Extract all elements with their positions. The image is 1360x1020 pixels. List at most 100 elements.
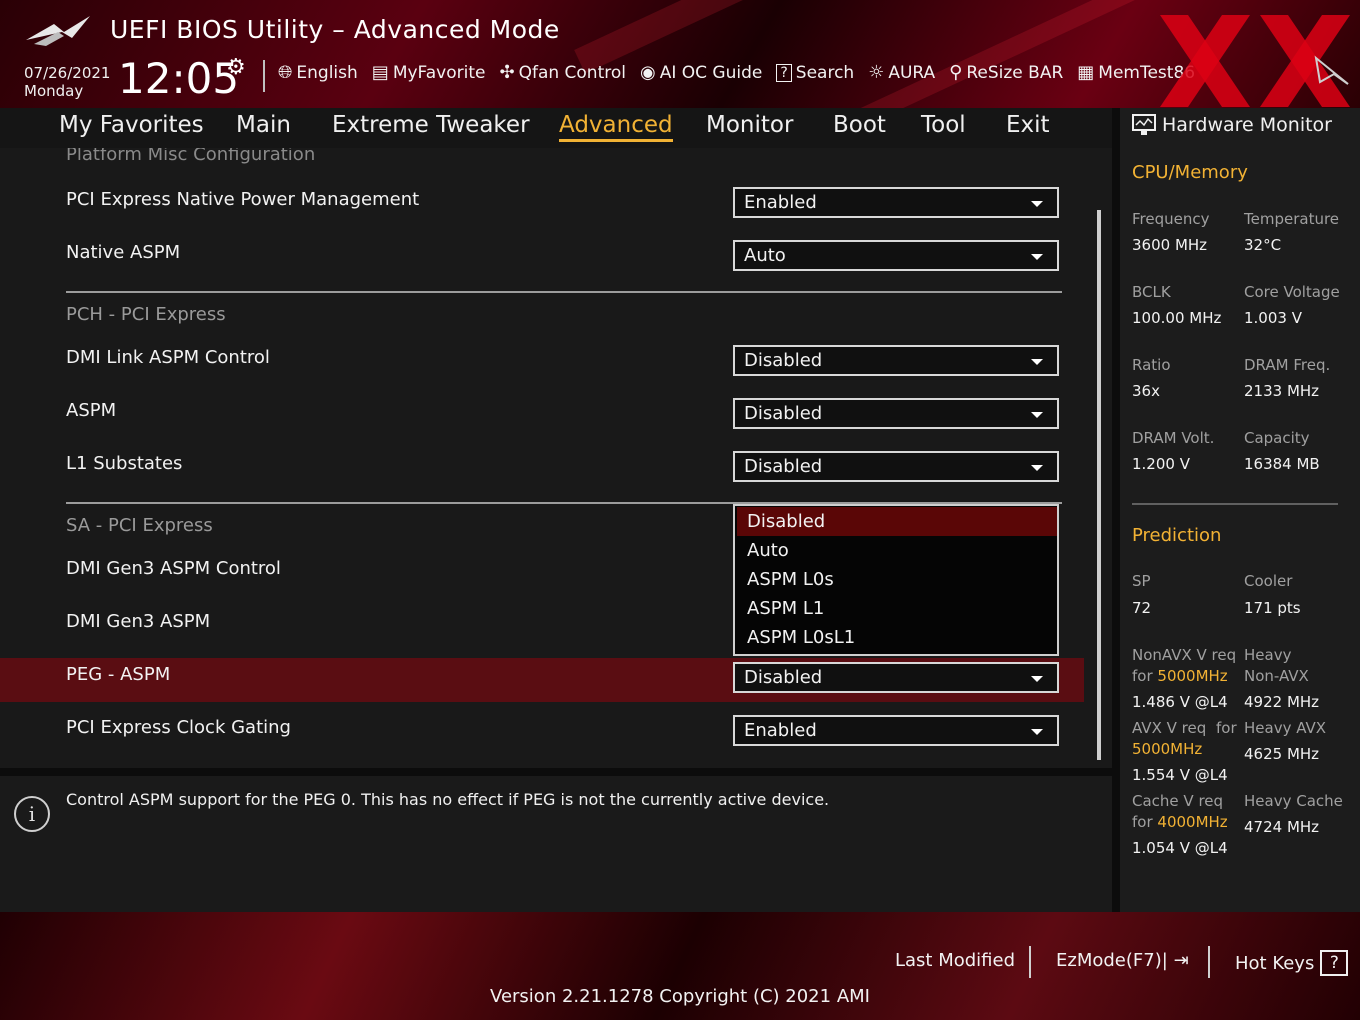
info-text: Control ASPM support for the PEG 0. This… bbox=[66, 790, 830, 809]
setting-dropdown[interactable]: Enabled bbox=[733, 715, 1059, 746]
section-divider bbox=[66, 291, 1062, 293]
dropdown-value: Disabled bbox=[744, 403, 823, 424]
toolbar-label: AURA bbox=[888, 62, 936, 83]
resize-bar-icon: ⚲ bbox=[949, 62, 963, 83]
setting-label-selected[interactable]: PEG - ASPM bbox=[66, 664, 170, 685]
dropdown-option-disabled[interactable]: Disabled bbox=[737, 507, 1057, 536]
footer-divider bbox=[1208, 946, 1210, 978]
dropdown-option-auto[interactable]: Auto bbox=[737, 536, 1057, 565]
hw-key: Capacity bbox=[1244, 429, 1310, 447]
hw-value: 16384 MB bbox=[1244, 455, 1320, 473]
hw-key: Non-AVX bbox=[1244, 667, 1309, 685]
setting-label[interactable]: DMI Gen3 ASPM bbox=[66, 611, 210, 632]
toolbar-label: AI OC Guide bbox=[659, 62, 763, 83]
tab-main[interactable]: Main bbox=[236, 112, 291, 138]
setting-dropdown[interactable]: Disabled bbox=[733, 398, 1059, 429]
toolbar-myfavorite[interactable]: ▤ MyFavorite bbox=[372, 62, 486, 83]
hw-value: 36x bbox=[1132, 382, 1160, 400]
aura-icon: ☼ bbox=[868, 62, 885, 83]
dropdown-option-aspm-l1[interactable]: ASPM L1 bbox=[737, 594, 1057, 623]
main-tabs: My Favorites Main Extreme Tweaker Advanc… bbox=[0, 108, 1112, 148]
dropdown-option-aspm-l0sl1[interactable]: ASPM L0sL1 bbox=[737, 623, 1057, 652]
fan-icon: ✣ bbox=[499, 62, 515, 83]
toolbar-resize-bar[interactable]: ⚲ ReSize BAR bbox=[949, 62, 1063, 83]
setting-label[interactable]: DMI Gen3 ASPM Control bbox=[66, 558, 281, 579]
dropdown-value: Disabled bbox=[744, 456, 823, 477]
tab-boot[interactable]: Boot bbox=[833, 112, 886, 138]
search-icon: ? bbox=[776, 63, 792, 82]
setting-label[interactable]: ASPM bbox=[66, 400, 116, 421]
hw-value: 4625 MHz bbox=[1244, 745, 1320, 763]
setting-label[interactable]: DMI Link ASPM Control bbox=[66, 347, 270, 368]
hw-key-freq: 5000MHz bbox=[1157, 667, 1228, 685]
tab-tool[interactable]: Tool bbox=[921, 112, 966, 138]
tab-monitor[interactable]: Monitor bbox=[706, 112, 793, 138]
footer-label: EzMode(F7)| bbox=[1056, 950, 1168, 971]
info-icon: i bbox=[14, 796, 50, 832]
hw-value: 72 bbox=[1132, 599, 1152, 617]
toolbar-memtest[interactable]: ▦ MemTest86 bbox=[1077, 62, 1195, 83]
gear-icon[interactable]: ⚙ bbox=[226, 55, 246, 80]
setting-dropdown[interactable]: Disabled bbox=[733, 451, 1059, 482]
dropdown-value: Auto bbox=[744, 245, 786, 266]
hw-key: SP bbox=[1132, 572, 1151, 590]
section-heading: SA - PCI Express bbox=[66, 515, 213, 536]
setting-label[interactable]: Native ASPM bbox=[66, 242, 180, 263]
hw-value: 4724 MHz bbox=[1244, 818, 1320, 836]
dropdown-option-aspm-l0s[interactable]: ASPM L0s bbox=[737, 565, 1057, 594]
scrollbar[interactable] bbox=[1097, 210, 1101, 760]
toolbar-aura[interactable]: ☼ AURA bbox=[868, 62, 935, 83]
toolbar-qfan[interactable]: ✣ Qfan Control bbox=[499, 62, 626, 83]
hw-key: DRAM Volt. bbox=[1132, 429, 1215, 447]
setting-dropdown-selected[interactable]: Disabled bbox=[733, 662, 1059, 693]
dropdown-value: Enabled bbox=[744, 192, 817, 213]
hot-keys-button[interactable]: Hot Keys? bbox=[1235, 950, 1349, 976]
favorite-icon: ▤ bbox=[371, 62, 389, 83]
tab-extreme-tweaker[interactable]: Extreme Tweaker bbox=[332, 112, 530, 138]
hw-value: 1.200 V bbox=[1132, 455, 1190, 473]
dropdown-value: Disabled bbox=[744, 667, 823, 688]
hardware-monitor: Hardware Monitor CPU/Memory Frequency 36… bbox=[1120, 108, 1360, 912]
setting-label[interactable]: PCI Express Clock Gating bbox=[66, 717, 291, 738]
footer-label: Hot Keys bbox=[1235, 952, 1315, 974]
last-modified-button[interactable]: Last Modified bbox=[895, 950, 1015, 971]
hw-key: Heavy AVX bbox=[1244, 719, 1327, 737]
toolbar-label: English bbox=[296, 62, 358, 83]
app-title: UEFI BIOS Utility – Advanced Mode bbox=[110, 15, 560, 44]
hw-key: Heavy bbox=[1244, 646, 1292, 664]
ezmode-button[interactable]: EzMode(F7)| ⇥ bbox=[1056, 950, 1189, 971]
date-text: 07/26/2021 bbox=[24, 64, 111, 82]
setting-dropdown[interactable]: Auto bbox=[733, 240, 1059, 271]
hw-key: BCLK bbox=[1132, 283, 1171, 301]
tab-advanced[interactable]: Advanced bbox=[559, 112, 673, 142]
toolbar-search[interactable]: ? Search bbox=[776, 62, 854, 83]
footer-divider bbox=[1029, 946, 1031, 978]
header-decoration bbox=[853, 0, 1207, 108]
setting-label[interactable]: L1 Substates bbox=[66, 453, 182, 474]
hw-section-prediction: Prediction bbox=[1132, 525, 1222, 546]
hw-value: 1.003 V bbox=[1244, 309, 1302, 327]
cursor-arrow-icon bbox=[1314, 55, 1349, 85]
toolbar-label: MyFavorite bbox=[392, 62, 486, 83]
hw-key: Temperature bbox=[1244, 210, 1340, 228]
hw-key: Cache V req bbox=[1132, 792, 1224, 810]
hw-value: 171 pts bbox=[1244, 599, 1301, 617]
chevron-down-icon bbox=[1031, 729, 1043, 735]
setting-dropdown[interactable]: Enabled bbox=[733, 187, 1059, 218]
version-text: Version 2.21.1278 Copyright (C) 2021 AMI bbox=[490, 986, 870, 1007]
toolbar: 🌐︎ English ▤ MyFavorite ✣ Qfan Control ◉ AI … bbox=[278, 62, 1195, 83]
toolbar-ai-oc-guide[interactable]: ◉ AI OC Guide bbox=[640, 62, 762, 83]
date-display: 07/26/2021 Monday bbox=[24, 64, 110, 100]
chevron-down-icon bbox=[1031, 676, 1043, 682]
dropdown-menu: Disabled Auto ASPM L0s ASPM L1 ASPM L0sL… bbox=[733, 504, 1059, 656]
setting-dropdown[interactable]: Disabled bbox=[733, 345, 1059, 376]
hw-key: Cooler bbox=[1244, 572, 1293, 590]
globe-icon: 🌐︎ bbox=[278, 62, 293, 83]
setting-label[interactable]: PCI Express Native Power Management bbox=[66, 189, 419, 210]
toolbar-language[interactable]: 🌐︎ English bbox=[278, 62, 358, 83]
chevron-down-icon bbox=[1031, 254, 1043, 260]
tab-exit[interactable]: Exit bbox=[1006, 112, 1050, 138]
tab-my-favorites[interactable]: My Favorites bbox=[59, 112, 204, 138]
hw-key-part: for bbox=[1132, 813, 1158, 831]
hw-section-cpu: CPU/Memory bbox=[1132, 162, 1248, 183]
